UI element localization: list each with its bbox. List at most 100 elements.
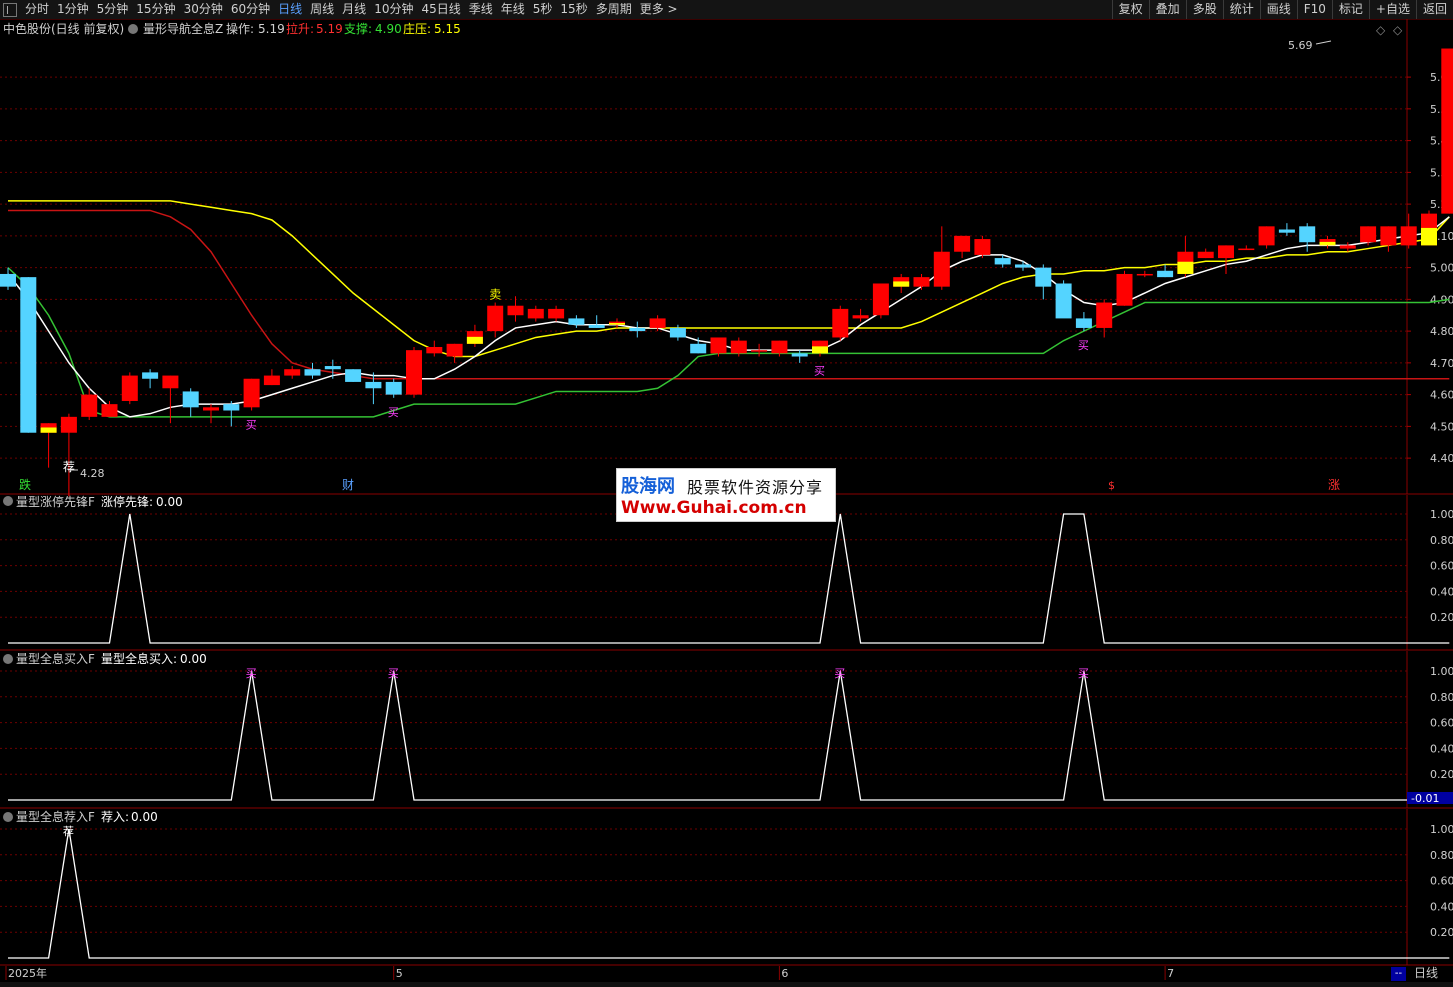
toolbar-button[interactable]: 统计 [1222, 0, 1260, 19]
toolbar-button[interactable]: 多股 [1185, 0, 1223, 19]
toolbar-button[interactable]: 复权 [1111, 0, 1149, 19]
tick-label: 0.60 [1430, 875, 1453, 888]
panel2-name[interactable]: 量型全息买入F [16, 651, 95, 666]
candle-body [1238, 248, 1255, 251]
period-tab[interactable]: 年线 [497, 0, 529, 19]
tick-label: 0.20 [1430, 926, 1453, 939]
buy-signal: 买 [388, 406, 399, 419]
collapse-icon[interactable] [3, 496, 13, 506]
period-tab[interactable]: 分时 [21, 0, 53, 19]
candle-body [20, 277, 37, 433]
buy-signal: 买 [1078, 339, 1089, 352]
candle-body [872, 283, 889, 316]
panel3-name[interactable]: 量型全息荐入F [16, 809, 95, 824]
candle-body [548, 308, 565, 319]
candle-body [446, 343, 463, 357]
price-tick-label: 4.80 [1430, 325, 1453, 338]
collapse-icon[interactable] [128, 24, 138, 34]
candle-body [1441, 48, 1453, 214]
candle-body [365, 381, 382, 389]
period-tab[interactable]: 月线 [338, 0, 370, 19]
panel1-label: 涨停先锋: [101, 494, 153, 509]
indicator-name[interactable]: 量形导航全息Z [143, 21, 223, 36]
tick-label: 0.40 [1430, 900, 1453, 913]
toolbar-button[interactable]: +自选 [1368, 0, 1416, 19]
tick-label: 0.40 [1430, 742, 1453, 755]
candle-body [142, 372, 159, 379]
toolbar-button[interactable]: 叠加 [1148, 0, 1186, 19]
candle-body-highlight [609, 323, 625, 325]
scale-box[interactable]: -- [1391, 967, 1406, 981]
period-tab[interactable]: 多周期 [592, 0, 636, 19]
period-tab[interactable]: 30分钟 [180, 0, 227, 19]
candle-body [913, 277, 930, 287]
candle-body [933, 251, 950, 287]
time-label: 7 [1167, 967, 1174, 980]
time-label: 6 [781, 967, 788, 980]
toolbar-button[interactable]: 画线 [1259, 0, 1297, 19]
tick-label: 0.80 [1430, 534, 1453, 547]
candle-body [1258, 226, 1275, 246]
candle-body [669, 327, 686, 338]
candle-body [1339, 245, 1356, 249]
panel3-marker: 荐 [63, 825, 74, 838]
candle-body [487, 305, 504, 332]
candle-body [832, 308, 849, 338]
neg-value: -0.01 [1411, 792, 1439, 805]
period-tab[interactable]: 15秒 [556, 0, 591, 19]
price-tick-label: 4.70 [1430, 357, 1453, 370]
period-tab[interactable]: 60分钟 [227, 0, 274, 19]
period-tab[interactable]: 5分钟 [93, 0, 133, 19]
candle-body [629, 327, 646, 332]
period-tab[interactable]: 15分钟 [132, 0, 179, 19]
period-tab[interactable]: 季线 [465, 0, 497, 19]
candle-body [730, 340, 747, 354]
time-label: 5 [396, 967, 403, 980]
stock-label: 中色股份(日线 前复权) [3, 21, 124, 36]
candle-body [345, 369, 362, 382]
period-tab[interactable]: 45日线 [417, 0, 464, 19]
period-tag[interactable]: 日线 [1414, 965, 1438, 982]
toolbar-button[interactable]: F10 [1296, 0, 1332, 19]
status-bar [0, 982, 1453, 987]
period-tab[interactable]: 10分钟 [370, 0, 417, 19]
panel-toggle-icon[interactable] [3, 2, 17, 17]
candle-body [101, 404, 118, 417]
period-tab[interactable]: 更多 > [636, 0, 682, 19]
panel1-line [8, 513, 1450, 644]
period-tab[interactable]: 1分钟 [53, 0, 93, 19]
candle-body [324, 366, 341, 370]
panel2-marker: 买 [1078, 667, 1089, 680]
toolbar-button[interactable]: 返回 [1415, 0, 1453, 19]
candle-body [1015, 264, 1031, 268]
toolbar-button[interactable]: 标记 [1331, 0, 1369, 19]
tick-label: 0.80 [1430, 691, 1453, 704]
period-tab[interactable]: 周线 [306, 0, 338, 19]
period-tab[interactable]: 日线 [274, 0, 306, 19]
tick-label: 0.60 [1430, 717, 1453, 730]
price-tick-label: 4.60 [1430, 389, 1453, 402]
candle-body-highlight [1319, 241, 1336, 246]
green-line [7, 267, 1450, 418]
tag-up: 涨 [1328, 477, 1340, 492]
candle-body [81, 394, 98, 417]
panel3-header: 量型全息荐入F 荐入: 0.00 [3, 809, 158, 824]
candle-body [771, 340, 788, 354]
candle-body [751, 350, 768, 352]
collapse-icon[interactable] [3, 654, 13, 664]
candle-body [162, 375, 179, 389]
candle-body [1218, 245, 1234, 259]
panel2-value: 0.00 [180, 652, 207, 666]
expand-icon[interactable]: ◇ [1393, 23, 1403, 37]
panel2-line [8, 670, 1450, 801]
period-tab[interactable]: 5秒 [529, 0, 557, 19]
support-value: 4.90 [375, 22, 402, 36]
price-tick-label: 5.00 [1430, 262, 1453, 275]
candle-body-highlight [812, 346, 828, 354]
candle-body [507, 305, 524, 316]
panel2-label: 量型全息买入: [101, 651, 177, 666]
candle-body [791, 353, 808, 357]
collapse-icon[interactable] [3, 812, 13, 822]
panel1-name[interactable]: 量型涨停先锋F [16, 494, 95, 509]
diamond-icon[interactable]: ◇ [1376, 23, 1386, 37]
